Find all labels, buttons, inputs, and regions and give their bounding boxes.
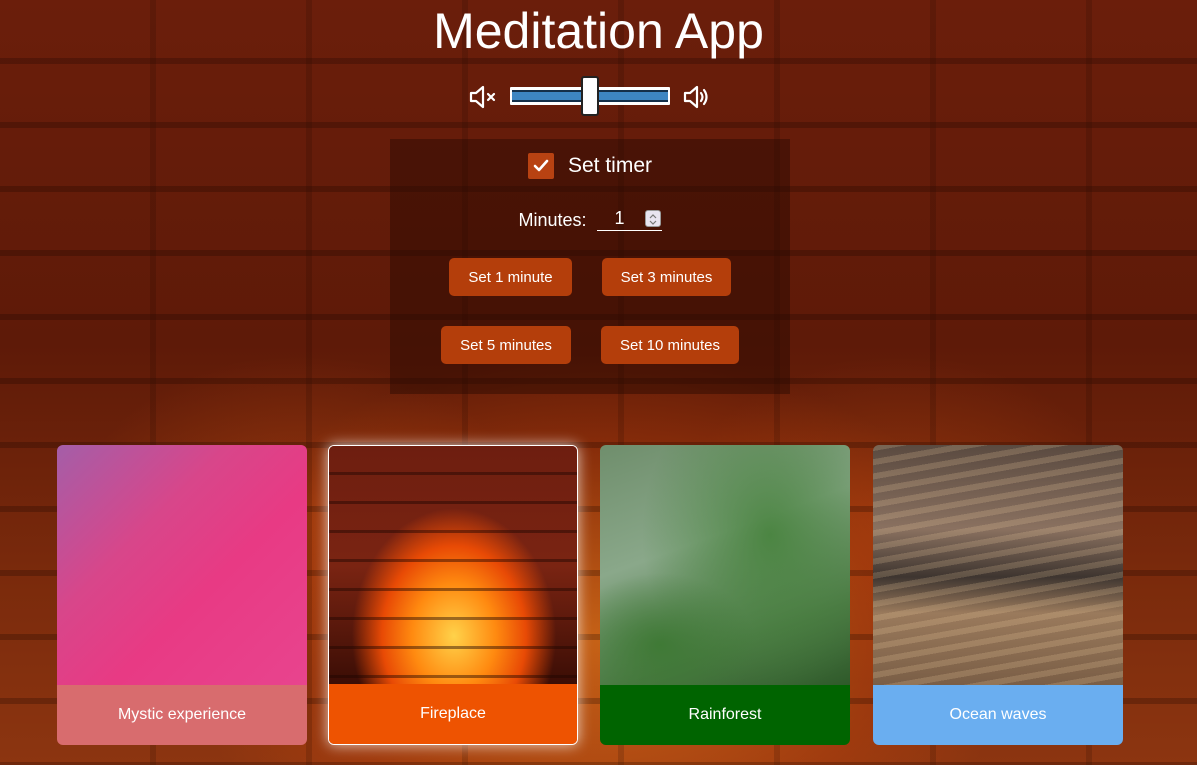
volume-slider-thumb[interactable] (581, 76, 599, 116)
scene-caption: Rainforest (600, 685, 850, 745)
set-10-minutes-button[interactable]: Set 10 minutes (601, 326, 739, 364)
scene-caption: Mystic experience (57, 685, 307, 745)
set-timer-checkbox[interactable] (527, 153, 554, 179)
ocean-thumbnail (873, 445, 1123, 685)
minutes-label: Minutes: (518, 209, 587, 230)
check-icon (533, 159, 549, 172)
scene-card-mystic[interactable]: Mystic experience (57, 445, 307, 745)
timer-panel: Set timer Minutes: 1 Set 1 minute Set 3 … (390, 139, 790, 394)
set-5-minutes-button[interactable]: Set 5 minutes (441, 326, 571, 364)
volume-up-icon[interactable] (682, 82, 712, 112)
scene-caption: Fireplace (329, 684, 577, 744)
scene-caption: Ocean waves (873, 685, 1123, 745)
volume-control (466, 76, 716, 118)
rainforest-thumbnail (600, 445, 850, 685)
minutes-spinner[interactable] (644, 210, 661, 227)
page-title: Meditation App (433, 3, 764, 59)
set-1-minute-button[interactable]: Set 1 minute (449, 258, 572, 296)
volume-mute-icon[interactable] (468, 82, 498, 112)
scene-card-fireplace[interactable]: Fireplace (328, 445, 578, 745)
minutes-value: 1 (614, 208, 625, 228)
scene-card-rainforest[interactable]: Rainforest (600, 445, 850, 745)
fireplace-thumbnail (329, 446, 577, 686)
minutes-input[interactable]: 1 (596, 208, 662, 231)
volume-slider[interactable] (510, 76, 670, 116)
scene-card-ocean[interactable]: Ocean waves (873, 445, 1123, 745)
set-3-minutes-button[interactable]: Set 3 minutes (602, 258, 731, 296)
set-timer-label: Set timer (567, 154, 653, 177)
spinner-arrows-icon (649, 214, 656, 225)
mystic-thumbnail (57, 445, 307, 685)
set-timer-row: Set timer (390, 153, 790, 179)
minutes-row: Minutes: 1 (390, 208, 790, 231)
